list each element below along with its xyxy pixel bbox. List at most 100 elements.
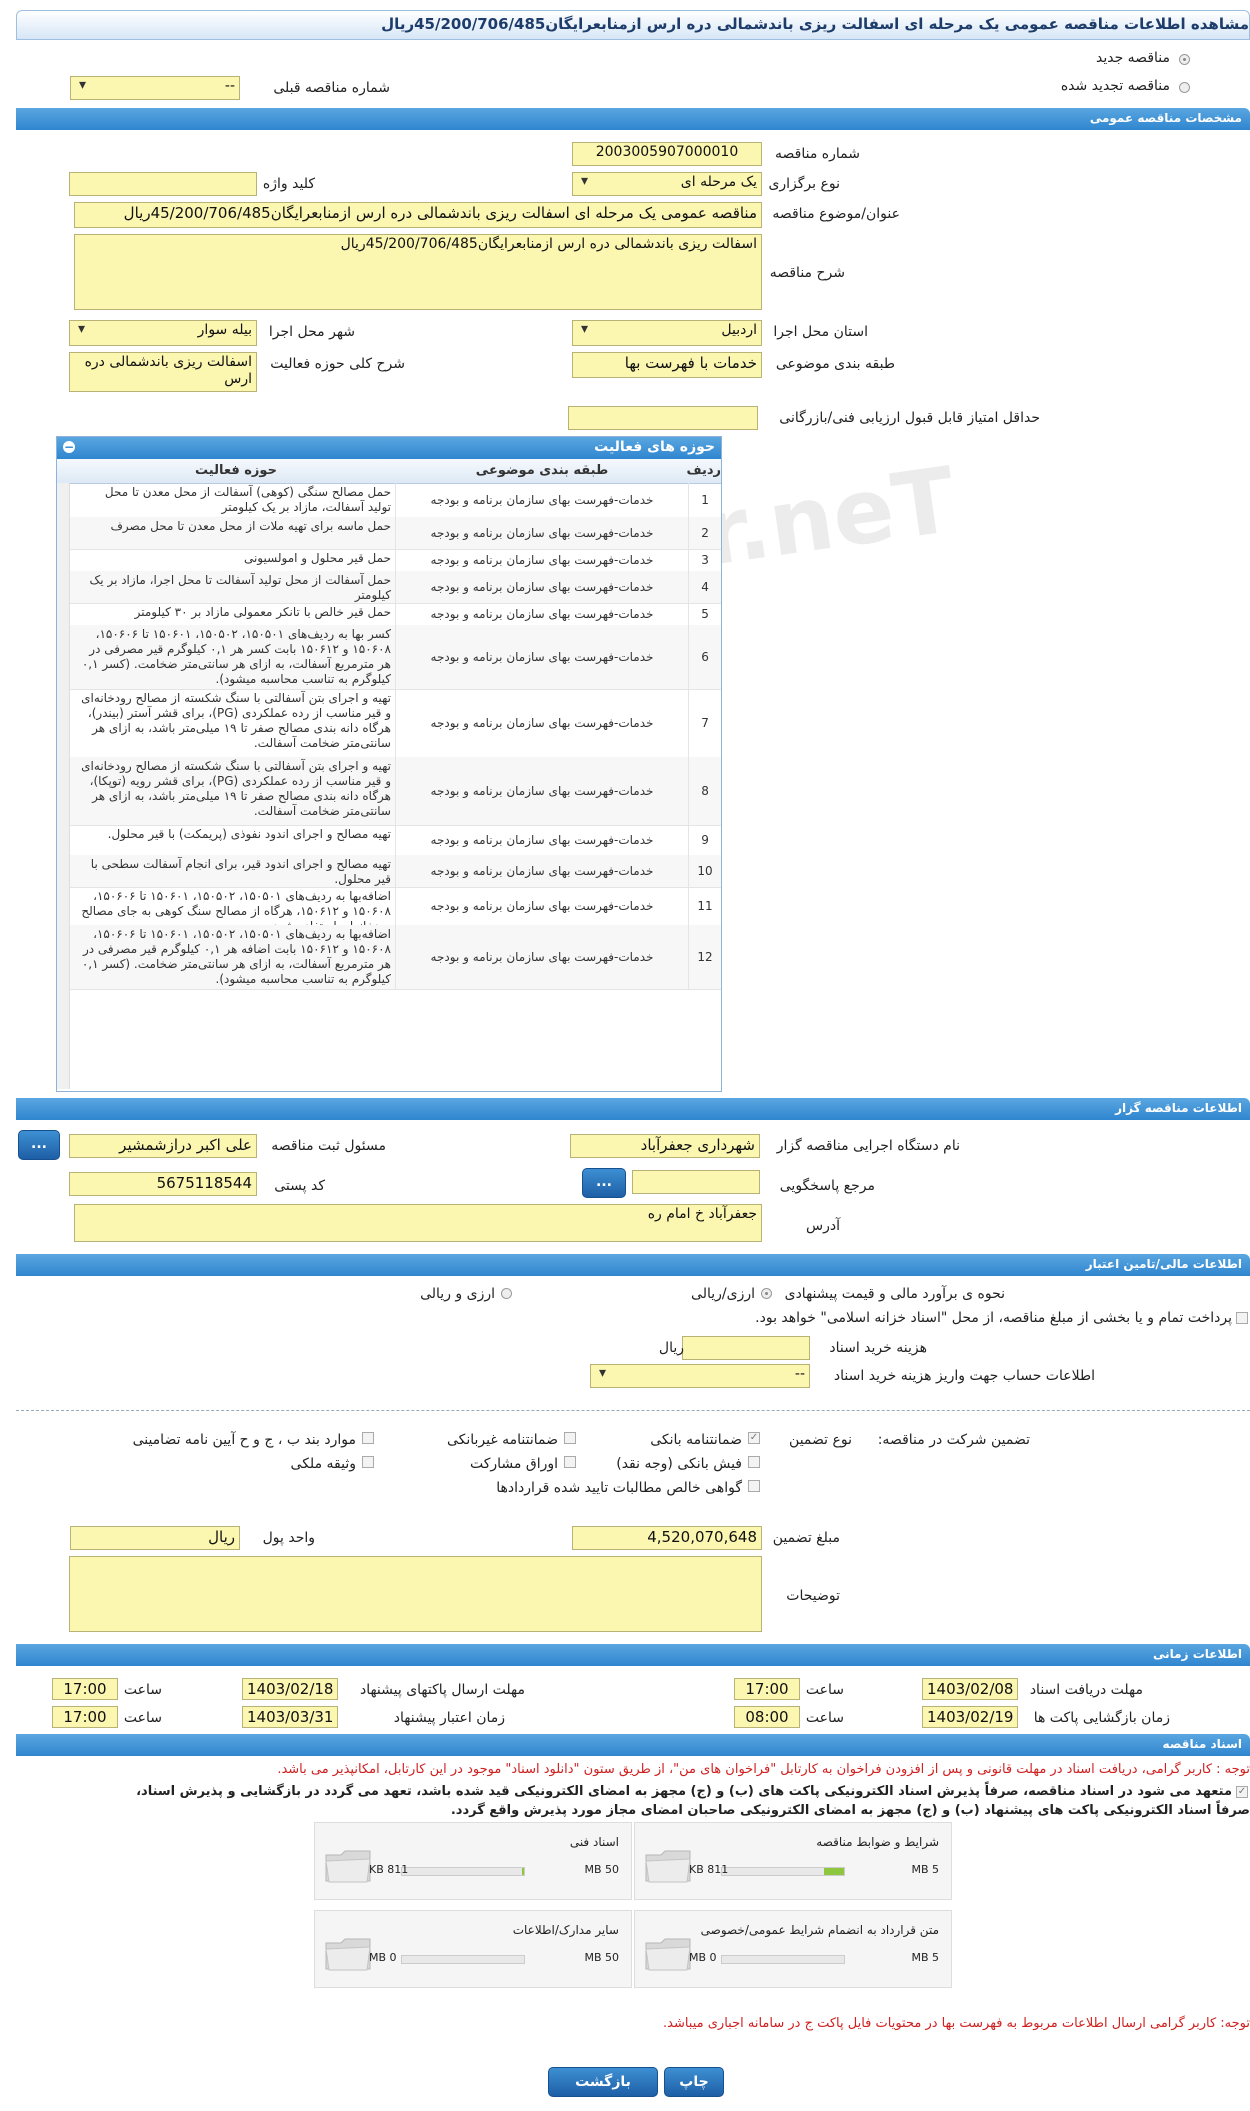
row-number: 1: [688, 483, 721, 517]
account-label: اطلاعات حساب جهت واریز هزینه خرید اسناد: [833, 1368, 1095, 1384]
table-row: 10 خدمات-فهرست بهای سازمان برنامه و بودجه…: [69, 855, 721, 888]
radio-fx-rial-label: ارزی و ریالی: [420, 1286, 495, 1302]
g-bonds-checkbox[interactable]: [564, 1456, 576, 1468]
account-select[interactable]: --: [590, 1364, 810, 1388]
row-category: خدمات-فهرست بهای سازمان برنامه و بودجه: [395, 483, 688, 517]
document-tile[interactable]: شرایط و ضوابط مناقصه 5 MB 811 KB: [634, 1822, 952, 1900]
tender-number-label: شماره مناقصه: [775, 146, 860, 162]
collapse-icon[interactable]: −: [63, 441, 75, 453]
table-row: 4 خدمات-فهرست بهای سازمان برنامه و بودجه ح…: [69, 571, 721, 604]
col-activity: حوزه فعالیت: [195, 463, 277, 478]
prev-number-select[interactable]: --: [70, 76, 240, 100]
send-date-field[interactable]: 1403/02/18: [242, 1678, 338, 1700]
row-activity: حمل قیر خالص با تانکر معمولی مازاد بر ۳۰…: [134, 605, 391, 619]
keyword-label: کلید واژه: [262, 176, 315, 192]
activity-grid-body: 1 خدمات-فهرست بهای سازمان برنامه و بودجه ح…: [69, 483, 721, 1089]
city-select[interactable]: بیله سوار: [69, 320, 257, 346]
send-time-field[interactable]: 17:00: [52, 1678, 118, 1700]
table-row: 11 خدمات-فهرست بهای سازمان برنامه و بودجه…: [69, 887, 721, 926]
row-activity: اضافه‌بها به ردیف‌های ۱۵۰۵۰۱، ۱۵۰۵۰۲، ۱۵…: [81, 889, 391, 925]
section-timing: اطلاعات زمانی: [16, 1644, 1250, 1666]
notes-field[interactable]: [69, 1556, 762, 1632]
prev-number-label: شماره مناقصه قبلی: [273, 80, 390, 96]
open-date-field[interactable]: 1403/02/19: [922, 1706, 1018, 1728]
hold-type-select[interactable]: یک مرحله ای: [572, 172, 762, 196]
section-organizer-title: اطلاعات مناقصه گزار: [1115, 1101, 1242, 1115]
min-score-field[interactable]: [568, 406, 758, 430]
address-label: آدرس: [806, 1218, 840, 1234]
g-cheque-checkbox[interactable]: [748, 1456, 760, 1468]
open-time-field[interactable]: 08:00: [734, 1706, 800, 1728]
tender-number-field[interactable]: 2003005907000010: [572, 142, 762, 166]
row-number: 6: [688, 625, 721, 689]
g-cheque-label: فیش بانکی (وجه نقد): [616, 1456, 742, 1472]
ref-label: مرجع پاسخگویی: [779, 1178, 875, 1194]
doc-fee-unit: ریال: [658, 1340, 684, 1356]
g-clauses-checkbox[interactable]: [362, 1432, 374, 1444]
g-nonbank-checkbox[interactable]: [564, 1432, 576, 1444]
row-number: 2: [688, 517, 721, 549]
valid-time-label: ساعت: [123, 1710, 162, 1726]
commit-checkbox[interactable]: ✓: [1236, 1786, 1248, 1798]
ref-field[interactable]: [632, 1170, 760, 1194]
document-tile[interactable]: سایر مدارک/اطلاعات 50 MB 0 MB: [314, 1910, 632, 1988]
document-tile[interactable]: اسناد فنی 50 MB 811 KB: [314, 1822, 632, 1900]
section-docs-title: اسناد مناقصه: [1162, 1737, 1242, 1751]
row-activity: حمل آسفالت از محل تولید آسفالت تا محل اج…: [89, 573, 391, 602]
radio-renewed-label: مناقصه تجدید شده: [1060, 78, 1170, 94]
docs-grid: شرایط و ضوابط مناقصه 5 MB 811 KB اسناد فنی 5…: [314, 1822, 952, 1990]
g-bank-checkbox[interactable]: ✓: [748, 1432, 760, 1444]
row-activity: حمل ماسه برای تهیه ملات از محل معدن تا م…: [110, 519, 391, 533]
document-tile[interactable]: متن قرارداد به انضمام شرایط عمومی/خصوصی 5…: [634, 1910, 952, 1988]
receive-time-field[interactable]: 17:00: [734, 1678, 800, 1700]
registrar-lookup-button[interactable]: ...: [18, 1130, 60, 1160]
document-size-limit: 5 MB: [911, 1951, 939, 1964]
open-time-label: ساعت: [805, 1710, 844, 1726]
radio-rial-label: ارزی/ریالی: [691, 1286, 755, 1302]
back-button[interactable]: بازگشت: [548, 2067, 658, 2097]
min-score-label: حداقل امتیاز قابل قبول ارزیابی فنی/بازرگ…: [779, 410, 1040, 426]
radio-renewed-tender[interactable]: [1179, 82, 1190, 93]
print-button[interactable]: چاپ: [664, 2067, 724, 2097]
valid-date-field[interactable]: 1403/03/31: [242, 1706, 338, 1728]
receive-date-field[interactable]: 1403/02/08: [922, 1678, 1018, 1700]
row-number: 3: [688, 549, 721, 571]
row-category: خدمات-فهرست بهای سازمان برنامه و بودجه: [395, 625, 688, 689]
page-title-bar: مشاهده اطلاعات مناقصه عمومی یک مرحله ای …: [16, 10, 1250, 40]
radio-fx-rial[interactable]: [501, 1288, 512, 1299]
doc-fee-field[interactable]: [682, 1336, 810, 1360]
valid-time-field[interactable]: 17:00: [52, 1706, 118, 1728]
row-activity: تهیه مصالح و اجرای اندود قیر، برای انجام…: [90, 857, 391, 886]
hold-type-value: یک مرحله ای: [680, 174, 757, 190]
page-title: مشاهده اطلاعات مناقصه عمومی یک مرحله ای …: [381, 15, 1249, 33]
document-name: متن قرارداد به انضمام شرایط عمومی/خصوصی: [700, 1923, 939, 1937]
ref-lookup-button[interactable]: ...: [582, 1168, 626, 1198]
amount-field[interactable]: 4,520,070,648: [572, 1526, 762, 1550]
postal-field[interactable]: 5675118544: [69, 1172, 257, 1196]
currency-field[interactable]: ریال: [70, 1526, 240, 1550]
row-number: 5: [688, 603, 721, 625]
address-field[interactable]: جعفرآباد خ امام ره: [74, 1204, 762, 1242]
row-category: خدمات-فهرست بهای سازمان برنامه و بودجه: [395, 571, 688, 603]
province-select[interactable]: اردبیل: [572, 320, 762, 346]
radio-rial[interactable]: [761, 1288, 772, 1299]
activity-grid-header: حوزه های فعالیت −: [57, 437, 721, 459]
table-row: 9 خدمات-فهرست بهای سازمان برنامه و بودجه ت…: [69, 825, 721, 856]
category-field[interactable]: خدمات با فهرست بها: [572, 352, 762, 378]
scope-field[interactable]: اسفالت ریزی باندشمالی دره ارس: [69, 352, 257, 392]
registrar-field[interactable]: علی اکبر درازشمشیر: [69, 1134, 257, 1158]
treasury-checkbox[interactable]: [1236, 1312, 1248, 1324]
row-activity: تهیه مصالح و اجرای اندود نفوذی (پریمکت) …: [107, 827, 391, 841]
keyword-field[interactable]: [69, 172, 257, 196]
guarantee-type-label: نوع تضمین: [789, 1432, 852, 1448]
grid-scrollbar[interactable]: [57, 483, 70, 1089]
scope-label: شرح کلی حوزه فعالیت: [270, 356, 405, 372]
description-field[interactable]: اسفالت ریزی باندشمالی دره ارس ازمنابعرای…: [74, 234, 762, 310]
document-size-limit: 50 MB: [584, 1951, 619, 1964]
org-field[interactable]: شهرداری جعفرآباد: [570, 1134, 760, 1158]
table-row: 1 خدمات-فهرست بهای سازمان برنامه و بودجه ح…: [69, 483, 721, 518]
radio-new-tender[interactable]: [1179, 54, 1190, 65]
g-property-checkbox[interactable]: [362, 1456, 374, 1468]
subject-field[interactable]: مناقصه عمومی یک مرحله ای اسفالت ریزی بان…: [74, 202, 762, 228]
g-receivables-checkbox[interactable]: [748, 1480, 760, 1492]
